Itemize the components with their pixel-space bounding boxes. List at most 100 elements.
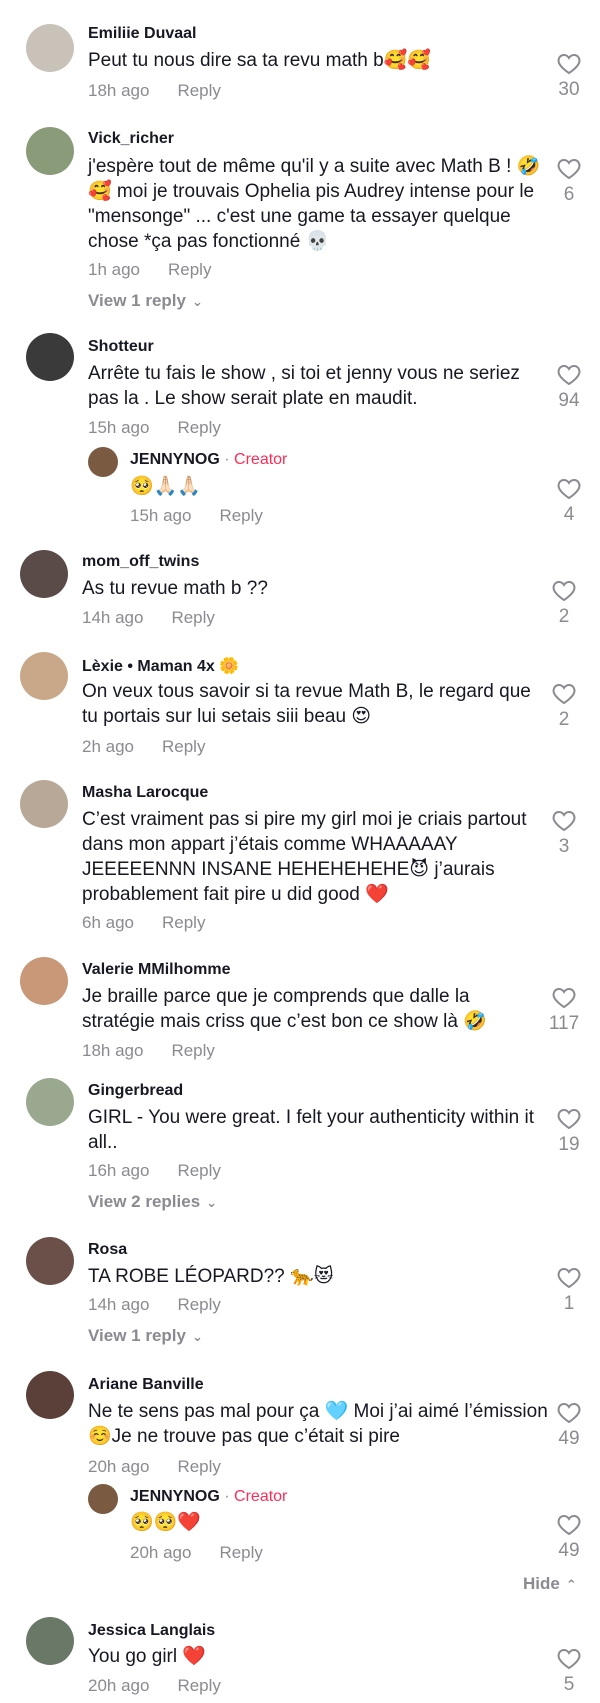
reply-button[interactable]: Reply bbox=[162, 737, 205, 756]
username[interactable]: JENNYNOG · Creator bbox=[130, 1488, 287, 1506]
like-button[interactable]: 49 bbox=[547, 1402, 591, 1450]
avatar[interactable] bbox=[20, 957, 68, 1005]
reply-meta: 20h ago Reply bbox=[130, 1543, 263, 1563]
comment-time: 20h ago bbox=[88, 1457, 150, 1476]
username[interactable]: Shotteur bbox=[88, 338, 154, 356]
like-button[interactable]: 49 bbox=[547, 1514, 591, 1562]
reply-button[interactable]: Reply bbox=[162, 913, 205, 932]
hide-label: Hide bbox=[523, 1574, 560, 1593]
like-button[interactable]: 3 bbox=[542, 810, 586, 858]
reply-button[interactable]: Reply bbox=[171, 1041, 214, 1060]
username[interactable]: Vick_richer bbox=[88, 130, 174, 148]
chevron-down-icon: ⌄ bbox=[191, 1329, 203, 1344]
view-replies-button[interactable]: View 1 reply ⌄ bbox=[88, 1326, 203, 1346]
username[interactable]: Jessica Langlais bbox=[88, 1622, 215, 1640]
reply-button[interactable]: Reply bbox=[177, 1676, 220, 1695]
view-replies-button[interactable]: View 1 reply ⌄ bbox=[88, 291, 203, 311]
username[interactable]: Valerie MMilhomme bbox=[82, 961, 231, 979]
like-button[interactable]: 1 bbox=[547, 1267, 591, 1315]
comment-meta: 18h ago Reply bbox=[82, 1041, 215, 1061]
avatar[interactable] bbox=[88, 447, 118, 477]
reply-button[interactable]: Reply bbox=[177, 1457, 220, 1476]
username[interactable]: Ariane Banville bbox=[88, 1376, 204, 1394]
like-count: 117 bbox=[548, 1013, 580, 1034]
reply-button[interactable]: Reply bbox=[171, 608, 214, 627]
like-button[interactable]: 6 bbox=[547, 158, 591, 206]
chevron-down-icon: ⌄ bbox=[191, 294, 203, 309]
avatar[interactable] bbox=[26, 1371, 74, 1419]
username[interactable]: Masha Larocque bbox=[82, 784, 208, 802]
like-button[interactable]: 94 bbox=[547, 364, 591, 412]
avatar[interactable] bbox=[26, 127, 74, 175]
reply-text: 🥺🙏🏻🙏🏻 bbox=[130, 476, 201, 497]
view-replies-button[interactable]: View 2 replies ⌄ bbox=[88, 1192, 217, 1212]
reply-time: 15h ago bbox=[130, 506, 192, 525]
like-button[interactable]: 4 bbox=[547, 478, 591, 526]
heart-icon bbox=[557, 1648, 581, 1670]
like-button[interactable]: 2 bbox=[542, 683, 586, 731]
hide-replies-button[interactable]: Hide ⌃ bbox=[523, 1574, 577, 1594]
comment-text: TA ROBE LÉOPARD?? 🐆😻 bbox=[88, 1266, 334, 1287]
heart-icon bbox=[552, 580, 576, 602]
avatar[interactable] bbox=[88, 1484, 118, 1514]
heart-icon bbox=[552, 683, 576, 705]
comment-time: 14h ago bbox=[88, 1295, 150, 1314]
reply-button[interactable]: Reply bbox=[177, 1161, 220, 1180]
like-button[interactable]: 5 bbox=[547, 1648, 591, 1696]
reply-button[interactable]: Reply bbox=[168, 260, 211, 279]
chevron-up-icon: ⌃ bbox=[565, 1577, 577, 1592]
avatar[interactable] bbox=[26, 1078, 74, 1126]
like-count: 19 bbox=[558, 1134, 580, 1155]
view-replies-label: View 1 reply bbox=[88, 291, 186, 310]
comment-text: Arrête tu fais le show , si toi et jenny… bbox=[88, 363, 520, 409]
comment-meta: 15h ago Reply bbox=[88, 418, 221, 438]
comment-time: 16h ago bbox=[88, 1161, 150, 1180]
comment-text: On veux tous savoir si ta revue Math B, … bbox=[82, 681, 531, 727]
like-button[interactable]: 30 bbox=[547, 53, 591, 101]
avatar[interactable] bbox=[20, 652, 68, 700]
comment-time: 1h ago bbox=[88, 260, 140, 279]
heart-icon bbox=[557, 1267, 581, 1289]
avatar[interactable] bbox=[20, 550, 68, 598]
reply-button[interactable]: Reply bbox=[177, 1295, 220, 1314]
separator: · bbox=[224, 1488, 230, 1505]
like-count: 6 bbox=[563, 184, 575, 205]
like-button[interactable]: 19 bbox=[547, 1108, 591, 1156]
comment-text: GIRL - You were great. I felt your authe… bbox=[88, 1107, 535, 1153]
like-count: 5 bbox=[563, 1674, 575, 1695]
comment-time: 20h ago bbox=[88, 1676, 150, 1695]
view-replies-label: View 2 replies bbox=[88, 1192, 201, 1211]
comment-meta: 18h ago Reply bbox=[88, 81, 221, 101]
creator-badge: Creator bbox=[234, 1488, 288, 1505]
like-count: 2 bbox=[558, 606, 570, 627]
avatar[interactable] bbox=[26, 24, 74, 72]
comment-time: 2h ago bbox=[82, 737, 134, 756]
comment-meta: 1h ago Reply bbox=[88, 260, 211, 280]
heart-icon bbox=[552, 987, 576, 1009]
username[interactable]: Rosa bbox=[88, 1241, 127, 1259]
like-button[interactable]: 117 bbox=[542, 987, 586, 1035]
avatar[interactable] bbox=[26, 1617, 74, 1665]
reply-button[interactable]: Reply bbox=[219, 1543, 262, 1562]
avatar[interactable] bbox=[26, 1237, 74, 1285]
avatar[interactable] bbox=[26, 333, 74, 381]
comment-time: 14h ago bbox=[82, 608, 144, 627]
avatar[interactable] bbox=[20, 780, 68, 828]
username[interactable]: JENNYNOG · Creator bbox=[130, 451, 287, 469]
username[interactable]: mom_off_twins bbox=[82, 553, 199, 571]
comment-text: As tu revue math b ?? bbox=[82, 578, 268, 599]
reply-text: 🥺🥺❤️ bbox=[130, 1512, 201, 1533]
reply-button[interactable]: Reply bbox=[177, 418, 220, 437]
like-count: 30 bbox=[558, 79, 580, 100]
username[interactable]: Lèxie • Maman 4x 🌼 bbox=[82, 656, 239, 676]
heart-icon bbox=[557, 158, 581, 180]
reply-button[interactable]: Reply bbox=[219, 506, 262, 525]
comment-time: 18h ago bbox=[88, 81, 150, 100]
reply-button[interactable]: Reply bbox=[177, 81, 220, 100]
like-button[interactable]: 2 bbox=[542, 580, 586, 628]
heart-icon bbox=[557, 364, 581, 386]
username[interactable]: Emiliie Duvaal bbox=[88, 25, 197, 43]
comment-text: C’est vraiment pas si pire my girl moi j… bbox=[82, 809, 527, 905]
username[interactable]: Gingerbread bbox=[88, 1082, 183, 1100]
comment-meta: 20h ago Reply bbox=[88, 1457, 221, 1477]
